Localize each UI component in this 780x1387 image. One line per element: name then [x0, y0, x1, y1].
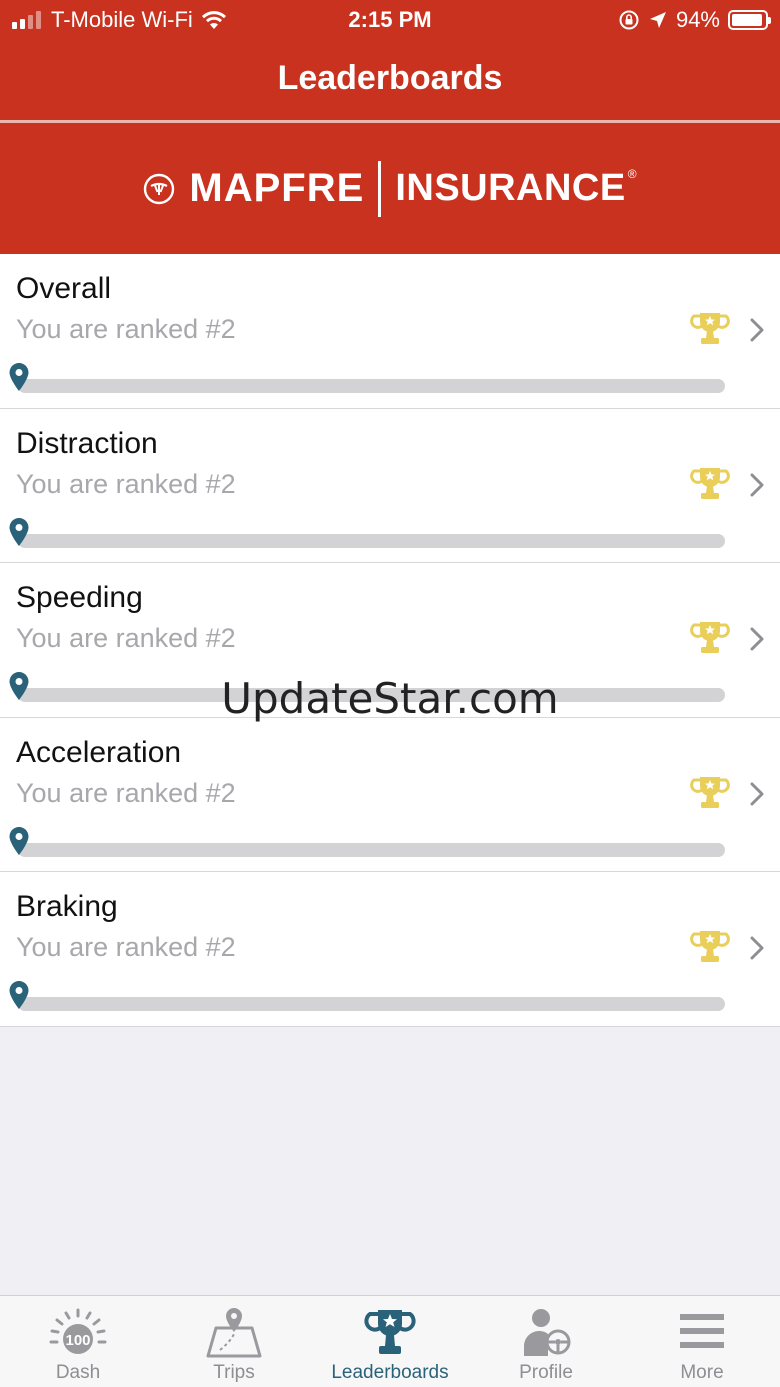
chevron-right-icon	[750, 627, 764, 651]
location-pin-icon	[9, 517, 29, 546]
rank-progress-track	[18, 533, 725, 548]
leaderboard-list: Overall You are ranked #2 Distraction Yo…	[0, 254, 780, 1027]
carrier-label: T-Mobile Wi-Fi	[51, 7, 193, 32]
leaderboard-title: Braking	[16, 890, 118, 924]
trophy-icon	[690, 620, 730, 655]
trophy-icon	[690, 311, 730, 346]
tab-label: Dash	[55, 1362, 101, 1383]
brand-subtitle: INSURANCE	[395, 167, 626, 209]
tab-label: Leaderboards	[331, 1362, 449, 1383]
tab-label: Trips	[213, 1362, 255, 1383]
driver-profile-icon	[524, 1309, 571, 1356]
leaderboard-rank: You are ranked #2	[16, 468, 236, 499]
leaderboard-title: Acceleration	[16, 735, 182, 769]
dash-score-badge: 100	[65, 1332, 90, 1349]
status-left: T-Mobile Wi-Fi	[12, 7, 227, 33]
page-title: Leaderboards	[277, 59, 503, 97]
tab-more[interactable]: More	[624, 1296, 780, 1387]
brand-banner: MAPFRE INSURANCE ®	[0, 123, 780, 254]
leaderboard-row-braking[interactable]: Braking You are ranked #2	[0, 872, 780, 1027]
leaderboard-title: Distraction	[16, 426, 158, 460]
speedometer-icon: 100	[49, 1308, 107, 1354]
status-right: 94%	[618, 7, 771, 33]
rank-progress-track	[18, 688, 725, 703]
tab-profile[interactable]: Profile	[468, 1296, 624, 1387]
rank-progress-track	[18, 997, 725, 1012]
leaderboard-title: Speeding	[16, 581, 143, 615]
trophy-icon	[690, 929, 730, 964]
tab-label: Profile	[519, 1362, 573, 1383]
chevron-right-icon	[750, 473, 764, 497]
wifi-icon	[201, 11, 226, 29]
chevron-right-icon	[750, 318, 764, 342]
leaderboard-row-distraction[interactable]: Distraction You are ranked #2	[0, 409, 780, 564]
location-pin-icon	[9, 981, 29, 1010]
leaderboard-rank: You are ranked #2	[16, 314, 236, 344]
battery-icon	[728, 10, 771, 30]
tab-leaderboards[interactable]: Leaderboards	[312, 1296, 468, 1387]
rank-progress-track	[18, 379, 725, 393]
rotation-lock-icon	[619, 10, 639, 30]
leaderboard-title: Overall	[16, 272, 112, 305]
location-pin-icon	[9, 672, 29, 701]
trophy-star-icon	[364, 1310, 416, 1354]
leaderboard-row-overall[interactable]: Overall You are ranked #2	[0, 254, 780, 409]
chevron-right-icon	[750, 936, 764, 960]
menu-icon	[680, 1314, 724, 1348]
trophy-icon	[690, 466, 730, 501]
location-arrow-icon	[649, 12, 666, 28]
signal-icon	[12, 11, 41, 29]
battery-percent: 94%	[675, 7, 720, 32]
leaderboard-row-speeding[interactable]: Speeding You are ranked #2	[0, 563, 780, 718]
map-route-icon	[206, 1308, 262, 1358]
registered-mark: ®	[627, 166, 637, 181]
leaderboard-rank: You are ranked #2	[16, 777, 236, 808]
tab-bar: 100 Dash Trips Leaderboards Profile More	[0, 1295, 780, 1387]
tab-dash[interactable]: 100 Dash	[0, 1296, 156, 1387]
trophy-icon	[690, 775, 730, 810]
mapfre-logo: MAPFRE INSURANCE ®	[143, 160, 637, 217]
brand-name: MAPFRE	[189, 166, 365, 210]
leaderboard-row-acceleration[interactable]: Acceleration You are ranked #2	[0, 718, 780, 873]
leaderboard-rank: You are ranked #2	[16, 932, 236, 963]
chevron-right-icon	[750, 782, 764, 806]
leaderboard-rank: You are ranked #2	[16, 623, 236, 654]
location-pin-icon	[9, 826, 29, 855]
location-pin-icon	[9, 363, 29, 391]
rank-progress-track	[18, 842, 725, 857]
tab-trips[interactable]: Trips	[156, 1296, 312, 1387]
mapfre-emblem-icon	[144, 173, 175, 204]
tab-label: More	[680, 1362, 724, 1383]
navigation-bar: Leaderboards	[0, 40, 780, 120]
status-bar: T-Mobile Wi-Fi 2:15 PM 94%	[0, 0, 780, 40]
brand-divider	[378, 160, 382, 217]
